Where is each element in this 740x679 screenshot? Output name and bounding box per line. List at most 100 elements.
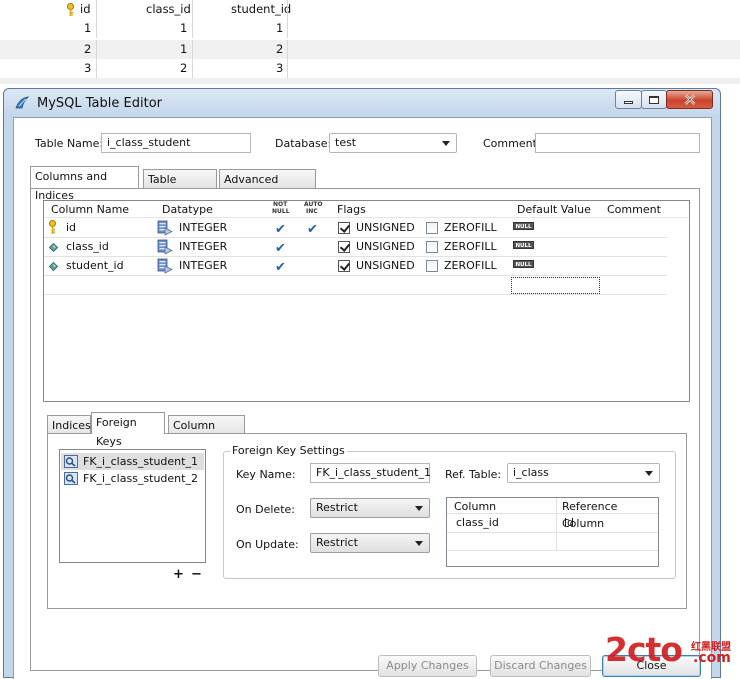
column-name-cell[interactable]: id bbox=[66, 218, 76, 237]
ref-table-select[interactable]: i_class bbox=[507, 463, 660, 483]
key-name-label: Key Name: bbox=[236, 468, 296, 481]
close-window-button[interactable] bbox=[666, 90, 713, 109]
tab-table-options[interactable]: Table Options bbox=[143, 169, 217, 205]
mapping-header-reference-column[interactable]: Reference Column bbox=[562, 498, 658, 530]
result-cell[interactable]: 1 bbox=[180, 40, 187, 59]
database-select-value: test bbox=[335, 136, 357, 149]
result-cell[interactable]: 3 bbox=[84, 59, 91, 78]
discard-changes-button[interactable]: Discard Changes bbox=[490, 655, 591, 677]
comment-label: Comment: bbox=[483, 137, 541, 150]
result-key-icon bbox=[66, 0, 75, 19]
zerofill-checkbox[interactable] bbox=[426, 260, 438, 272]
result-header-student-id[interactable]: student_id bbox=[231, 0, 291, 19]
unsigned-label: UNSIGNED bbox=[356, 221, 415, 234]
default-null-badge[interactable]: NULL bbox=[513, 222, 534, 230]
not-null-check-icon[interactable]: ✔ bbox=[275, 261, 286, 274]
default-null-badge[interactable]: NULL bbox=[513, 260, 534, 268]
table-name-input[interactable]: i_class_student bbox=[101, 133, 251, 153]
tab-columns-and-indices[interactable]: Columns and Indices bbox=[30, 166, 139, 202]
zerofill-checkbox[interactable] bbox=[426, 241, 438, 253]
window-titlebar[interactable]: MySQL Table Editor bbox=[4, 89, 720, 117]
result-cell[interactable]: 3 bbox=[276, 59, 283, 78]
column-name-cell[interactable]: student_id bbox=[66, 256, 124, 275]
foreign-key-settings-title: Foreign Key Settings bbox=[230, 444, 347, 457]
datatype-cell[interactable]: INTEGER bbox=[179, 218, 227, 237]
result-cell[interactable]: 1 bbox=[84, 19, 91, 38]
zerofill-label: ZEROFILL bbox=[444, 221, 497, 234]
column-diamond-icon bbox=[48, 242, 59, 255]
result-cell[interactable]: 2 bbox=[84, 40, 91, 59]
tab-advanced-options[interactable]: Advanced Options bbox=[219, 169, 316, 205]
header-datatype[interactable]: Datatype bbox=[162, 201, 213, 218]
chevron-down-icon bbox=[645, 471, 653, 476]
header-comment[interactable]: Comment bbox=[607, 201, 661, 218]
result-grid-header-row: id class_id student_id bbox=[0, 0, 740, 19]
default-null-badge[interactable]: NULL bbox=[513, 241, 534, 249]
query-result-grid: id class_id student_id 1 1 1 2 1 2 3 2 3 bbox=[0, 0, 740, 84]
editor-client-area: Table Name: i_class_student Database: te… bbox=[13, 117, 712, 679]
mysql-dolphin-icon bbox=[14, 95, 30, 114]
primary-key-icon bbox=[48, 220, 57, 238]
result-cell[interactable]: 2 bbox=[276, 40, 283, 59]
database-select[interactable]: test bbox=[329, 133, 457, 153]
header-flags[interactable]: Flags bbox=[337, 201, 366, 218]
minimize-icon bbox=[624, 101, 633, 104]
datatype-cell[interactable]: INTEGER bbox=[179, 237, 227, 256]
ref-table-label: Ref. Table: bbox=[445, 468, 502, 481]
header-auto-inc-bottom[interactable]: INC bbox=[306, 209, 318, 215]
not-null-check-icon[interactable]: ✔ bbox=[275, 242, 286, 255]
on-update-select[interactable]: Restrict bbox=[310, 533, 430, 553]
not-null-check-icon[interactable]: ✔ bbox=[275, 223, 286, 236]
tab-foreign-keys[interactable]: Foreign Keys bbox=[91, 412, 165, 448]
unsigned-checkbox[interactable] bbox=[338, 222, 350, 234]
column-mapping-grid: Column Reference Column class_id id bbox=[446, 497, 659, 567]
result-header-class-id[interactable]: class_id bbox=[146, 0, 191, 19]
columns-grid: Column Name Datatype NOT NULL AUTO INC F… bbox=[43, 200, 690, 402]
close-icon bbox=[684, 94, 695, 105]
comment-input[interactable] bbox=[535, 133, 700, 153]
maximize-button[interactable] bbox=[641, 90, 667, 109]
mapping-reference-cell[interactable]: id bbox=[564, 514, 574, 532]
mapping-header-column[interactable]: Column bbox=[454, 498, 496, 515]
foreign-key-icon bbox=[64, 455, 78, 471]
foreign-key-item-label[interactable]: FK_i_class_student_2 bbox=[83, 470, 198, 487]
unsigned-checkbox[interactable] bbox=[338, 260, 350, 272]
table-row[interactable]: 1 1 1 bbox=[0, 19, 740, 38]
header-default-value[interactable]: Default Value bbox=[517, 201, 591, 218]
on-update-select-value: Restrict bbox=[316, 536, 358, 549]
zerofill-checkbox[interactable] bbox=[426, 222, 438, 234]
table-row[interactable]: 2 1 2 bbox=[0, 40, 740, 59]
result-header-id[interactable]: id bbox=[80, 0, 91, 19]
key-name-input[interactable]: FK_i_class_student_1 bbox=[310, 463, 431, 483]
foreign-key-item-label[interactable]: FK_i_class_student_1 bbox=[83, 453, 198, 470]
on-delete-select-value: Restrict bbox=[316, 501, 358, 514]
on-update-label: On Update: bbox=[236, 538, 299, 551]
foreign-key-icon bbox=[64, 472, 78, 488]
on-delete-select[interactable]: Restrict bbox=[310, 498, 430, 518]
column-diamond-icon bbox=[48, 261, 59, 274]
result-cell[interactable]: 1 bbox=[276, 19, 283, 38]
apply-changes-label: Apply Changes bbox=[386, 659, 469, 672]
table-row[interactable]: 3 2 3 bbox=[0, 59, 740, 78]
column-name-cell[interactable]: class_id bbox=[66, 237, 109, 256]
header-not-null-bottom[interactable]: NULL bbox=[272, 209, 290, 215]
tab-indices[interactable]: Indices bbox=[47, 415, 91, 435]
new-row-default-cell[interactable] bbox=[511, 277, 600, 294]
result-cell[interactable]: 2 bbox=[180, 59, 187, 78]
unsigned-checkbox[interactable] bbox=[338, 241, 350, 253]
database-label: Database: bbox=[275, 137, 332, 150]
add-foreign-key-button[interactable]: + bbox=[173, 567, 184, 582]
table-name-label: Table Name: bbox=[35, 137, 104, 150]
apply-changes-button[interactable]: Apply Changes bbox=[378, 655, 477, 677]
mapping-column-cell[interactable]: class_id bbox=[456, 514, 499, 532]
foreign-keys-panel: FK_i_class_student_1 FK_i_class_student_… bbox=[47, 433, 687, 609]
result-cell[interactable]: 1 bbox=[180, 19, 187, 38]
datatype-cell[interactable]: INTEGER bbox=[179, 256, 227, 275]
minimize-button[interactable] bbox=[615, 90, 642, 109]
unsigned-label: UNSIGNED bbox=[356, 259, 415, 272]
remove-foreign-key-button[interactable]: − bbox=[191, 567, 202, 582]
columns-grid-header bbox=[44, 201, 689, 218]
auto-inc-check-icon[interactable]: ✔ bbox=[307, 223, 318, 236]
foreign-key-list[interactable]: FK_i_class_student_1 FK_i_class_student_… bbox=[59, 449, 206, 563]
tab-column-details[interactable]: Column Details bbox=[168, 415, 245, 451]
